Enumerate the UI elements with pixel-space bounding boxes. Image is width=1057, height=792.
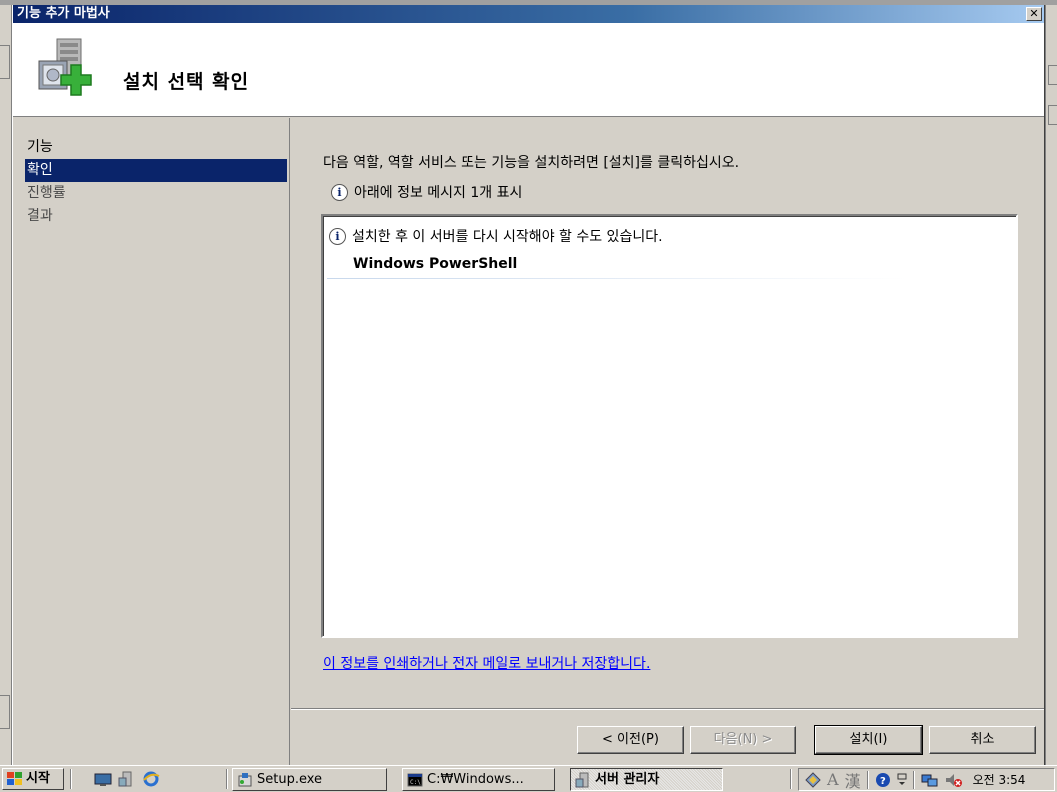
instruction-text: 다음 역할, 역할 서비스 또는 기능을 설치하려면 [설치]를 클릭하십시오. <box>323 155 740 171</box>
wizard-header: 설치 선택 확인 <box>13 23 1044 117</box>
setup-icon <box>238 772 252 786</box>
taskbar-separator <box>70 769 72 789</box>
title-bar[interactable]: 기능 추가 마법사 ✕ <box>13 5 1044 23</box>
step-confirm[interactable]: 확인 <box>25 159 287 182</box>
info-icon: i <box>331 183 348 201</box>
volume-muted-icon[interactable] <box>945 772 963 788</box>
restart-message: i 설치한 후 이 서버를 다시 시작해야 할 수도 있습니다. <box>329 226 663 246</box>
close-icon: ✕ <box>1029 7 1039 20</box>
background-window-left-edge <box>0 5 12 765</box>
close-button[interactable]: ✕ <box>1026 7 1042 21</box>
taskbar-item-setup[interactable]: Setup.exe <box>232 768 387 791</box>
show-desktop-icon[interactable] <box>94 770 112 788</box>
previous-button[interactable]: < 이전(P) <box>577 726 684 754</box>
taskbar-item-server-manager[interactable]: 서버 관리자 <box>570 768 723 791</box>
taskbar-separator <box>790 769 792 789</box>
tray-separator <box>912 770 915 789</box>
window-title: 기능 추가 마법사 <box>17 6 110 21</box>
feature-name: Windows PowerShell <box>353 256 518 272</box>
taskbar-item-label: Setup.exe <box>257 772 323 787</box>
divider <box>327 278 907 279</box>
help-icon[interactable]: ? <box>875 772 891 788</box>
page-title: 설치 선택 확인 <box>123 71 250 93</box>
server-add-feature-icon <box>38 38 92 96</box>
wizard-content: 다음 역할, 역할 서비스 또는 기능을 설치하려면 [설치]를 클릭하십시오.… <box>291 118 1044 765</box>
server-manager-icon <box>575 772 589 787</box>
clock[interactable]: 오전 3:54 <box>973 771 1026 788</box>
print-email-save-link[interactable]: 이 정보를 인쇄하거나 전자 메일로 보내거나 저장합니다. <box>323 653 650 673</box>
step-results: 결과 <box>27 208 53 224</box>
taskbar-item-cmd[interactable]: C:\ C:₩Windows... <box>402 768 555 791</box>
cancel-button[interactable]: 취소 <box>929 726 1036 754</box>
network-icon[interactable] <box>921 772 939 788</box>
next-button: 다음(N) > <box>690 726 796 754</box>
background-window-right-edge <box>1045 5 1057 765</box>
internet-explorer-icon[interactable] <box>142 770 160 788</box>
start-label: 시작 <box>26 771 50 786</box>
add-features-wizard-window: 기능 추가 마법사 ✕ 설치 선택 확인 기능 확인 진행률 결과 다음 역할,… <box>12 5 1045 765</box>
windows-logo-icon <box>7 772 22 785</box>
edge-notch <box>0 45 10 79</box>
taskbar-item-label: 서버 관리자 <box>595 772 660 787</box>
command-prompt-icon: C:\ <box>407 773 423 786</box>
step-progress: 진행률 <box>27 185 66 201</box>
footer-divider <box>291 708 1044 710</box>
tray-separator <box>866 770 869 789</box>
info-icon: i <box>329 227 346 245</box>
taskbar-separator <box>226 769 228 789</box>
edge-notch <box>0 695 10 729</box>
edge-notch <box>1048 105 1057 125</box>
svg-text:C:\: C:\ <box>410 779 421 786</box>
step-features[interactable]: 기능 <box>25 136 287 159</box>
restart-message-text: 설치한 후 이 서버를 다시 시작해야 할 수도 있습니다. <box>352 229 663 245</box>
taskbar: 시작 Setup.exe C:\ C:₩Windows... 서버 관리자 A … <box>0 765 1057 792</box>
ime-alpha-indicator[interactable]: A <box>827 770 839 789</box>
edge-notch <box>1048 65 1057 85</box>
install-button[interactable]: 설치(I) <box>814 725 923 755</box>
start-button[interactable]: 시작 <box>2 768 64 790</box>
ime-hanja-indicator[interactable]: 漢 <box>845 768 861 792</box>
selection-summary-box[interactable]: i 설치한 후 이 서버를 다시 시작해야 할 수도 있습니다. Windows… <box>321 214 1018 638</box>
server-manager-quick-icon[interactable] <box>118 770 136 788</box>
wizard-steps-sidebar: 기능 확인 진행률 결과 <box>13 118 290 765</box>
info-summary-text: 아래에 정보 메시지 1개 표시 <box>354 185 523 201</box>
taskbar-item-label: C:₩Windows... <box>427 772 524 787</box>
svg-text:?: ? <box>880 776 886 787</box>
language-bar-icon[interactable] <box>805 771 821 788</box>
info-summary: i 아래에 정보 메시지 1개 표시 <box>331 182 522 202</box>
notification-area: A 漢 ? 오전 3:54 <box>798 768 1055 791</box>
tray-options-icon[interactable] <box>897 772 907 788</box>
